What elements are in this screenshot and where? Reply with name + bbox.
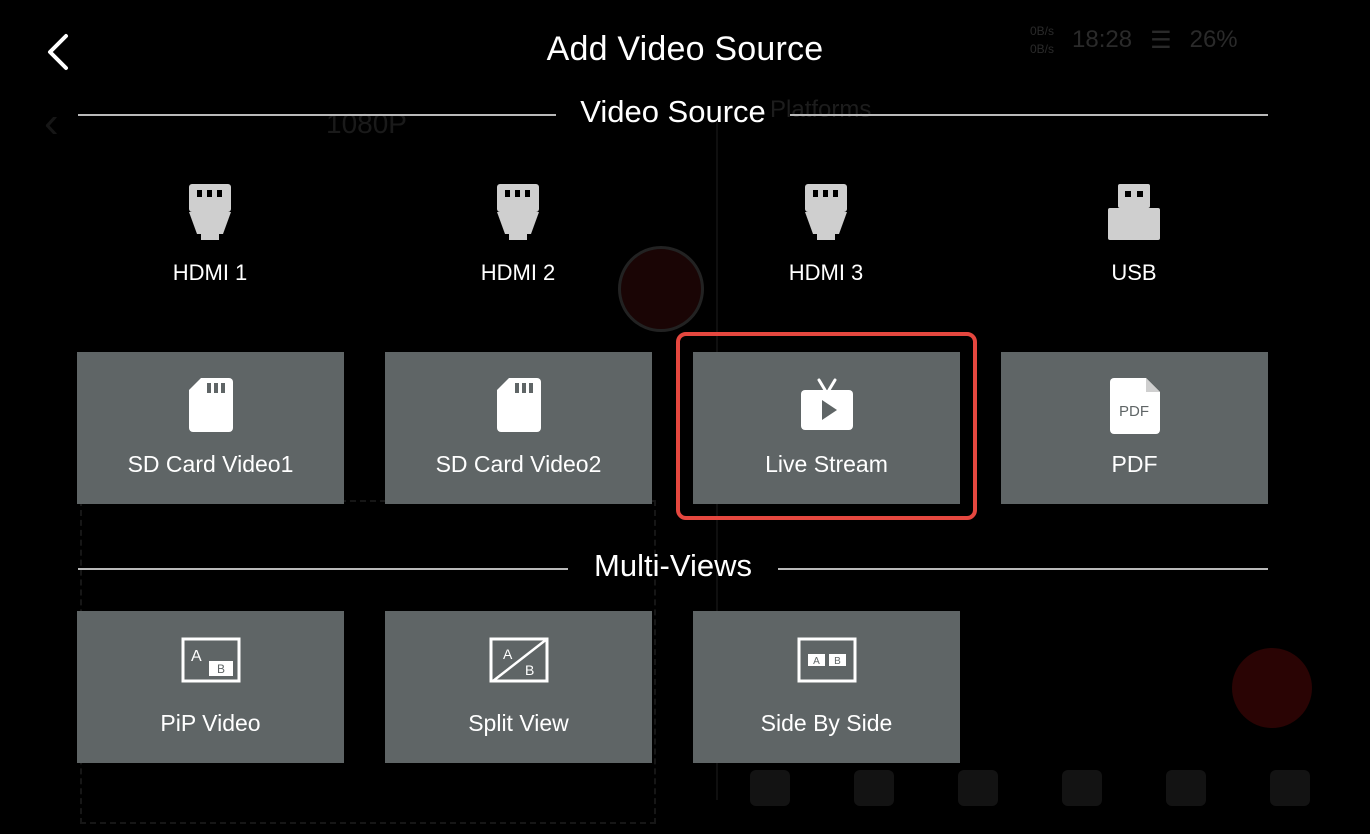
tile-side-by-side[interactable]: A B Side By Side [693, 611, 960, 763]
tile-split-view[interactable]: A B Split View [385, 611, 652, 763]
source-label: HDMI 3 [788, 260, 864, 285]
source-hdmi-2[interactable]: HDMI 2 [398, 184, 638, 304]
tile-label: SD Card Video2 [435, 451, 602, 477]
svg-text:PDF: PDF [1119, 403, 1149, 420]
tile-label: Split View [468, 710, 569, 736]
calendar-icon [1062, 770, 1102, 806]
sd-card-icon [496, 378, 541, 432]
chat-icon [1166, 770, 1206, 806]
side-a-label: A [813, 656, 820, 667]
background-back-icon: ‹ [44, 98, 59, 147]
multi-views-heading: Multi-Views [78, 548, 1268, 588]
source-hdmi-3[interactable]: HDMI 3 [706, 184, 946, 304]
tile-sd-card-video1[interactable]: SD Card Video1 [77, 352, 344, 504]
page-title: Add Video Source [546, 30, 824, 68]
settings-icon [1270, 770, 1310, 806]
tile-pdf[interactable]: PDF PDF [1001, 352, 1268, 504]
hdmi-icon [805, 184, 847, 240]
pdf-icon: PDF [1109, 378, 1160, 434]
layers-icon [750, 770, 790, 806]
split-b-label: B [525, 662, 534, 678]
tile-label: PDF [1111, 451, 1158, 477]
hdmi-icon [497, 184, 539, 240]
pip-a-label: A [191, 648, 202, 665]
sd-card-icon [188, 378, 233, 432]
usb-icon [1108, 184, 1160, 240]
pip-b-label: B [216, 662, 224, 676]
background-toolbar [750, 770, 1310, 810]
section-title: Multi-Views [594, 548, 752, 583]
source-label: HDMI 2 [480, 260, 556, 285]
source-usb[interactable]: USB [1014, 184, 1254, 304]
tile-pip-video[interactable]: A B PiP Video [77, 611, 344, 763]
video-source-heading: Video Source [78, 94, 1268, 134]
background-add-fab [1232, 648, 1312, 728]
share-icon [854, 770, 894, 806]
tile-label: Side By Side [760, 710, 893, 736]
hdmi-icon [189, 184, 231, 240]
side-b-label: B [834, 656, 841, 667]
source-label: USB [1111, 260, 1157, 285]
selection-highlight [676, 332, 977, 520]
volume-icon [958, 770, 998, 806]
tile-label: SD Card Video1 [127, 451, 294, 477]
source-hdmi-1[interactable]: HDMI 1 [90, 184, 330, 304]
split-a-label: A [503, 646, 513, 662]
tile-label: PiP Video [160, 710, 261, 736]
side-by-side-icon: A B [797, 637, 856, 683]
source-label: HDMI 1 [172, 260, 248, 285]
section-title: Video Source [580, 94, 766, 129]
tile-sd-card-video2[interactable]: SD Card Video2 [385, 352, 652, 504]
split-view-icon: A B [489, 637, 548, 683]
pip-icon: A B [181, 637, 240, 683]
